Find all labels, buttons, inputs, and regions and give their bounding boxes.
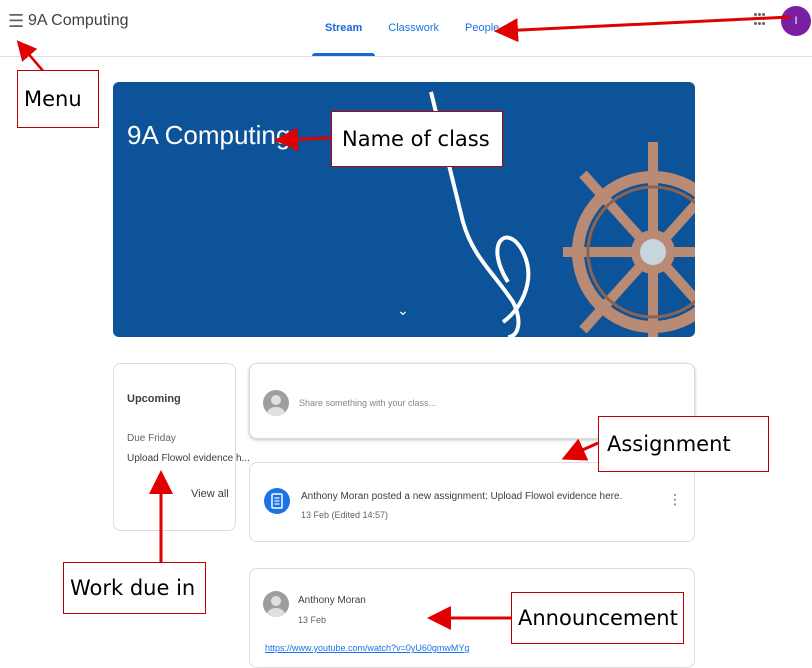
announcement-callout: Announcement bbox=[511, 592, 684, 644]
announcement-date: 13 Feb bbox=[298, 615, 327, 625]
top-app-bar: ☰ 9A Computing Stream Classwork People I bbox=[0, 0, 812, 57]
work-due-in-callout: Work due in bbox=[63, 562, 206, 614]
chevron-down-icon[interactable]: ⌄ bbox=[397, 302, 409, 319]
tab-bar: Stream Classwork People bbox=[312, 0, 512, 56]
assignment-post-date: 13 Feb (Edited 14:57) bbox=[301, 510, 389, 520]
tab-classwork[interactable]: Classwork bbox=[375, 0, 452, 56]
class-title[interactable]: 9A Computing bbox=[28, 12, 129, 30]
upcoming-item-link[interactable]: Upload Flowol evidence h... bbox=[127, 453, 250, 464]
author-avatar bbox=[263, 591, 289, 617]
menu-callout: Menu bbox=[17, 70, 99, 128]
announcement-link[interactable]: https://www.youtube.com/watch?v=0yU60gmw… bbox=[265, 643, 469, 653]
tab-people[interactable]: People bbox=[452, 0, 512, 56]
assignment-post-title[interactable]: Anthony Moran posted a new assignment: U… bbox=[301, 491, 622, 502]
view-all-link[interactable]: View all bbox=[191, 488, 229, 500]
tab-stream[interactable]: Stream bbox=[312, 0, 376, 56]
more-options-icon[interactable]: ⋮ bbox=[668, 492, 682, 506]
banner-class-title: 9A Computing bbox=[127, 120, 291, 150]
announcement-author: Anthony Moran bbox=[298, 595, 366, 606]
account-avatar[interactable]: I bbox=[781, 6, 811, 36]
menu-icon[interactable]: ☰ bbox=[8, 12, 24, 30]
assignment-icon bbox=[264, 488, 290, 514]
assignment-post[interactable]: Anthony Moran posted a new assignment: U… bbox=[249, 462, 695, 542]
upcoming-title: Upcoming bbox=[127, 393, 181, 405]
name-of-class-callout: Name of class bbox=[331, 111, 503, 167]
apps-grid-icon[interactable] bbox=[754, 13, 766, 25]
due-label: Due Friday bbox=[127, 433, 176, 444]
upcoming-card: Upcoming Due Friday Upload Flowol eviden… bbox=[113, 363, 250, 531]
assignment-callout: Assignment bbox=[598, 416, 769, 472]
share-placeholder[interactable]: Share something with your class... bbox=[299, 398, 436, 408]
user-avatar bbox=[263, 390, 289, 416]
